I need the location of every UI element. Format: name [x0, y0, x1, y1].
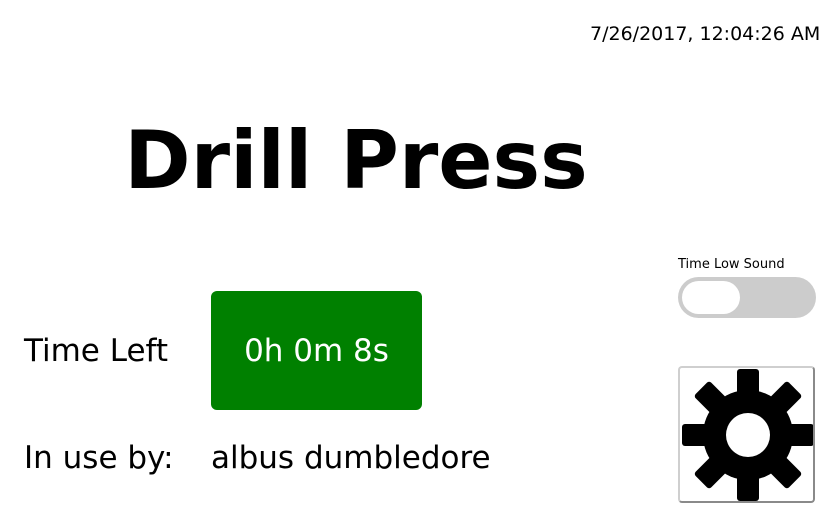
toggle-knob [682, 281, 740, 314]
time-low-sound-label: Time Low Sound [678, 257, 785, 272]
time-left-label: Time Left [24, 333, 169, 369]
in-use-label: In use by: [24, 440, 174, 476]
time-left-value: 0h 0m 8s [244, 332, 389, 369]
datetime-display: 7/26/2017, 12:04:26 AM [590, 23, 821, 45]
user-name: albus dumbledore [211, 440, 491, 476]
gear-icon [682, 369, 813, 501]
page-title: Drill Press [124, 114, 588, 207]
time-left-display: 0h 0m 8s [211, 291, 422, 410]
time-low-sound-toggle[interactable] [678, 277, 816, 318]
settings-button[interactable] [678, 366, 815, 503]
